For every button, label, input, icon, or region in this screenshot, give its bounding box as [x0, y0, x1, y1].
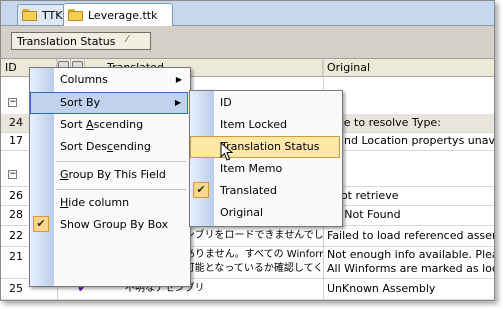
group-by-box: Translation Status ⁄	[1, 26, 494, 59]
menu-item-mnemonic: A	[86, 118, 94, 131]
sort-by-translation-status[interactable]: Translation Status	[190, 136, 340, 158]
submenu-arrow-icon: ▶	[174, 98, 181, 107]
menu-item-label: scending	[93, 118, 144, 131]
menu-item-label: Translated	[220, 184, 277, 197]
cell-original: Not enough info available. Please e	[327, 248, 494, 261]
group-chip-remove-icon[interactable]: ⁄	[126, 34, 128, 45]
menu-item-label: Columns	[60, 73, 108, 86]
sort-by-translated[interactable]: ✔ Translated	[190, 180, 340, 202]
menu-item-label: roup By This Field	[68, 168, 166, 181]
menu-item-columns[interactable]: Columns ▶	[30, 69, 188, 91]
menu-item-sort-ascending[interactable]: Sort Ascending	[30, 114, 188, 136]
tab-label: TTK	[42, 8, 63, 22]
collapse-icon[interactable]: −	[8, 98, 17, 107]
cell-original: nnot retrieve	[327, 189, 399, 202]
menu-item-label: Sort By	[60, 96, 101, 109]
sort-by-item-locked[interactable]: Item Locked	[190, 114, 340, 136]
menu-item-sort-descending[interactable]: Sort Descending	[30, 136, 188, 158]
menu-separator	[56, 189, 186, 190]
menu-separator	[56, 161, 186, 162]
menu-item-label: Sort Des	[60, 140, 108, 153]
column-context-menu: Columns ▶ Sort By ▶ Sort Ascending Sort …	[29, 67, 191, 287]
group-chip-label: Translation Status	[17, 34, 116, 48]
sort-by-item-memo[interactable]: Item Memo	[190, 158, 340, 180]
submenu-arrow-icon: ▶	[175, 75, 182, 84]
tab-leverage[interactable]: Leverage.ttk	[63, 3, 173, 26]
cell-original: pe Not Found	[327, 208, 401, 221]
menu-item-sort-by[interactable]: Sort By ▶	[30, 92, 188, 114]
cell-original: UnKnown Assembly	[327, 282, 436, 295]
app-window: TTK Leverage.ttk Translation Status ⁄ ID…	[0, 0, 495, 301]
menu-item-group-by-field[interactable]: Group By This Field	[30, 164, 188, 186]
folder-icon	[22, 9, 38, 21]
tab-label: Leverage.ttk	[88, 8, 158, 22]
collapse-icon[interactable]: −	[8, 170, 17, 179]
folder-icon	[68, 9, 84, 21]
menu-item-hide-column[interactable]: Hide column	[30, 192, 188, 214]
checkmark-icon: ✔	[193, 182, 209, 198]
group-chip-translation-status[interactable]: Translation Status ⁄	[11, 32, 151, 50]
tab-strip: TTK Leverage.ttk	[1, 1, 494, 26]
menu-item-mnemonic: G	[60, 168, 69, 181]
cell-original: e and Location propertys unavaila	[327, 134, 494, 147]
cell-original: able to resolve Type:	[327, 116, 441, 129]
sort-by-id[interactable]: ID	[190, 92, 340, 114]
menu-item-label: Show Group By Box	[60, 218, 169, 231]
sort-by-submenu: ID Item Locked Translation Status Item M…	[189, 90, 343, 227]
cell-original: Failed to load referenced assembly:	[327, 229, 494, 242]
menu-item-label: ending	[113, 140, 151, 153]
mouse-cursor-icon	[220, 142, 234, 161]
sort-by-original[interactable]: Original	[190, 202, 340, 224]
menu-item-show-group-by-box[interactable]: ✔ Show Group By Box	[30, 214, 188, 236]
menu-item-label: ide column	[68, 196, 130, 209]
menu-item-label: Sort	[60, 118, 87, 131]
checkmark-icon: ✔	[33, 216, 49, 232]
column-header-original[interactable]: Original	[323, 59, 494, 76]
cell-original-line2: All Winforms are marked as localiza	[327, 262, 494, 275]
